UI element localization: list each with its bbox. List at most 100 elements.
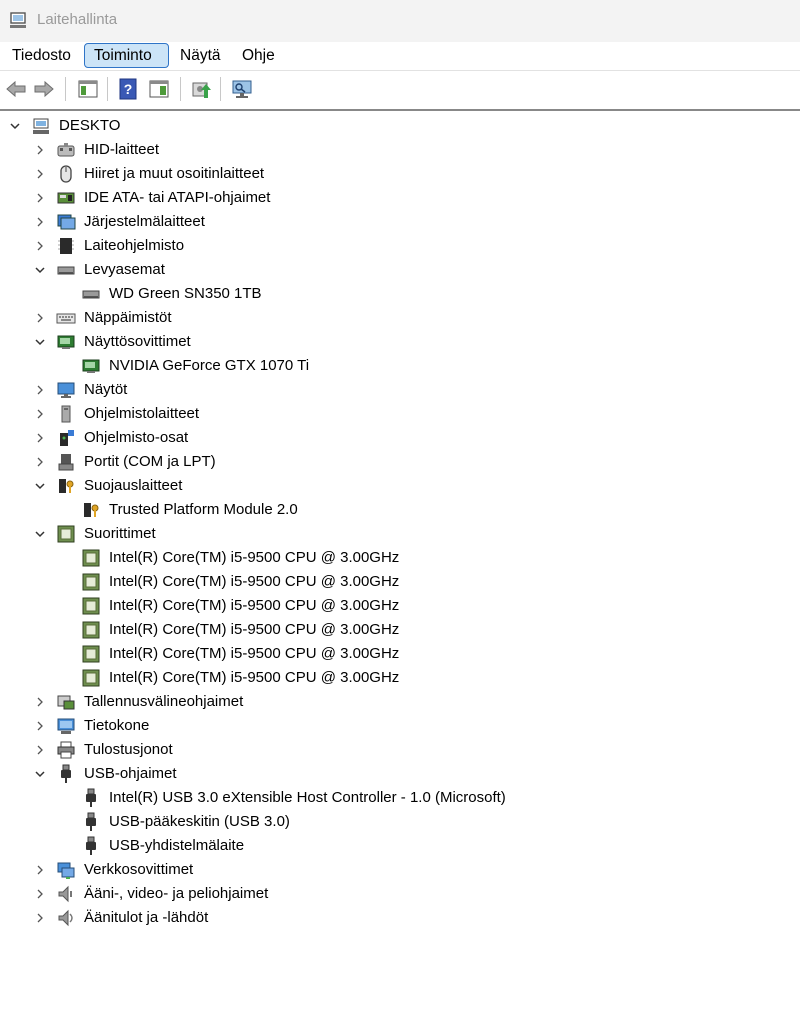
tree-device[interactable]: Intel(R) Core(TM) i5-9500 CPU @ 3.00GHz xyxy=(0,570,800,594)
tree-item-label: Intel(R) Core(TM) i5-9500 CPU @ 3.00GHz xyxy=(109,549,400,566)
window-title: Laitehallinta xyxy=(37,11,118,28)
tree-item-label: Hiiret ja muut osoitinlaitteet xyxy=(84,165,265,182)
tree-category[interactable]: Järjestelmälaitteet xyxy=(0,210,800,234)
network-adapter-icon xyxy=(57,862,75,879)
properties-icon[interactable] xyxy=(148,78,170,100)
tree-item-label: Portit (COM ja LPT) xyxy=(84,453,216,470)
computer-icon xyxy=(57,718,75,734)
usb-icon xyxy=(86,836,96,855)
audio-icon xyxy=(58,885,72,903)
update-driver-icon[interactable] xyxy=(190,78,212,100)
toolbar-separator xyxy=(107,77,108,101)
chevron-right-icon[interactable] xyxy=(34,144,46,156)
chevron-right-icon[interactable] xyxy=(34,192,46,204)
chevron-down-icon[interactable] xyxy=(34,336,46,348)
tree-device[interactable]: Intel(R) Core(TM) i5-9500 CPU @ 3.00GHz xyxy=(0,618,800,642)
tree-item-label: Intel(R) Core(TM) i5-9500 CPU @ 3.00GHz xyxy=(109,621,400,638)
chevron-right-icon[interactable] xyxy=(34,720,46,732)
chevron-right-icon[interactable] xyxy=(34,408,46,420)
chevron-right-icon[interactable] xyxy=(34,240,46,252)
tree-category[interactable]: Suorittimet xyxy=(0,522,800,546)
chevron-down-icon[interactable] xyxy=(34,528,46,540)
chevron-down-icon[interactable] xyxy=(34,768,46,780)
tree-item-label: USB-yhdistelmälaite xyxy=(109,837,245,854)
disk-drive-icon xyxy=(82,290,100,299)
tree-category[interactable]: Näppäimistöt xyxy=(0,306,800,330)
tree-category[interactable]: Ääni-, video- ja peliohjaimet xyxy=(0,882,800,906)
tree-category[interactable]: Tietokone xyxy=(0,714,800,738)
tree-device[interactable]: Intel(R) Core(TM) i5-9500 CPU @ 3.00GHz xyxy=(0,666,800,690)
chevron-right-icon[interactable] xyxy=(34,168,46,180)
tree-category[interactable]: Ohjelmisto-osat xyxy=(0,426,800,450)
tree-device[interactable]: WD Green SN350 1TB xyxy=(0,282,800,306)
tree-category[interactable]: Portit (COM ja LPT) xyxy=(0,450,800,474)
menu-tiedosto[interactable]: Tiedosto xyxy=(3,43,80,68)
menu-ohje[interactable]: Ohje xyxy=(233,43,284,68)
tree-item-label: Trusted Platform Module 2.0 xyxy=(109,501,298,518)
tree-device[interactable]: Trusted Platform Module 2.0 xyxy=(0,498,800,522)
chevron-down-icon[interactable] xyxy=(34,480,46,492)
chevron-right-icon[interactable] xyxy=(34,696,46,708)
tree-category[interactable]: Äänitulot ja -lähdöt xyxy=(0,906,800,930)
tree-category[interactable]: Näyttösovittimet xyxy=(0,330,800,354)
tree-item-label: USB-ohjaimet xyxy=(84,765,177,782)
tree-category[interactable]: IDE ATA- tai ATAPI-ohjaimet xyxy=(0,186,800,210)
tree-device[interactable]: USB-pääkeskitin (USB 3.0) xyxy=(0,810,800,834)
tree-category[interactable]: HID-laitteet xyxy=(0,138,800,162)
security-device-icon xyxy=(59,479,74,493)
usb-icon xyxy=(86,788,96,807)
chevron-down-icon[interactable] xyxy=(34,264,46,276)
chevron-down-icon[interactable] xyxy=(9,120,21,132)
chevron-right-icon[interactable] xyxy=(34,384,46,396)
tree-category[interactable]: USB-ohjaimet xyxy=(0,762,800,786)
tree-category[interactable]: Levyasemat xyxy=(0,258,800,282)
toolbar-separator xyxy=(220,77,221,101)
tree-category[interactable]: Tulostusjonot xyxy=(0,738,800,762)
tree-device[interactable]: NVIDIA GeForce GTX 1070 Ti xyxy=(0,354,800,378)
chevron-right-icon[interactable] xyxy=(34,456,46,468)
processor-icon xyxy=(82,597,100,615)
chevron-right-icon[interactable] xyxy=(34,744,46,756)
tree-item-label: WD Green SN350 1TB xyxy=(109,285,262,302)
chevron-right-icon[interactable] xyxy=(34,864,46,876)
tree-category[interactable]: Tallennusvälineohjaimet xyxy=(0,690,800,714)
tree-item-label: Suojauslaitteet xyxy=(84,477,183,494)
processor-icon xyxy=(82,669,100,687)
tree-device[interactable]: Intel(R) Core(TM) i5-9500 CPU @ 3.00GHz xyxy=(0,546,800,570)
tree-category[interactable]: Verkkosovittimet xyxy=(0,858,800,882)
help-icon[interactable]: ? xyxy=(117,78,139,100)
arrow-left-icon[interactable] xyxy=(5,78,27,100)
tree-category[interactable]: Näytöt xyxy=(0,378,800,402)
chevron-right-icon[interactable] xyxy=(34,312,46,324)
chevron-right-icon[interactable] xyxy=(34,432,46,444)
printer-icon xyxy=(57,741,75,759)
menu-toiminto[interactable]: Toiminto xyxy=(84,43,169,68)
device-manager-icon xyxy=(10,12,26,28)
tree-item-label: Tallennusvälineohjaimet xyxy=(84,693,244,710)
keyboard-icon xyxy=(56,313,76,324)
tree-device[interactable]: Intel(R) Core(TM) i5-9500 CPU @ 3.00GHz xyxy=(0,594,800,618)
tree-item-label: Intel(R) Core(TM) i5-9500 CPU @ 3.00GHz xyxy=(109,669,400,686)
tree-device[interactable]: Intel(R) USB 3.0 eXtensible Host Control… xyxy=(0,786,800,810)
tree-item-label: Ohjelmisto-osat xyxy=(84,429,189,446)
chevron-right-icon[interactable] xyxy=(34,216,46,228)
tree-category[interactable]: Hiiret ja muut osoitinlaitteet xyxy=(0,162,800,186)
processor-icon xyxy=(57,525,75,543)
console-tree-icon[interactable] xyxy=(77,78,99,100)
tree-category[interactable]: Laiteohjelmisto xyxy=(0,234,800,258)
tree-device[interactable]: Intel(R) Core(TM) i5-9500 CPU @ 3.00GHz xyxy=(0,642,800,666)
chevron-right-icon[interactable] xyxy=(34,912,46,924)
chevron-right-icon[interactable] xyxy=(34,888,46,900)
tree-item-label: Intel(R) Core(TM) i5-9500 CPU @ 3.00GHz xyxy=(109,597,400,614)
arrow-right-icon[interactable] xyxy=(33,78,55,100)
scan-monitor-icon[interactable] xyxy=(231,78,253,100)
tree-item-label: Levyasemat xyxy=(84,261,165,278)
system-devices-icon xyxy=(57,214,76,230)
tree-category[interactable]: Ohjelmistolaitteet xyxy=(0,402,800,426)
title-bar: Laitehallinta xyxy=(0,0,800,42)
menu-nayta[interactable]: Näytä xyxy=(171,43,230,68)
security-device-icon xyxy=(84,503,99,517)
tree-device[interactable]: USB-yhdistelmälaite xyxy=(0,834,800,858)
tree-item-label: Tietokone xyxy=(84,717,150,734)
tree-category[interactable]: Suojauslaitteet xyxy=(0,474,800,498)
